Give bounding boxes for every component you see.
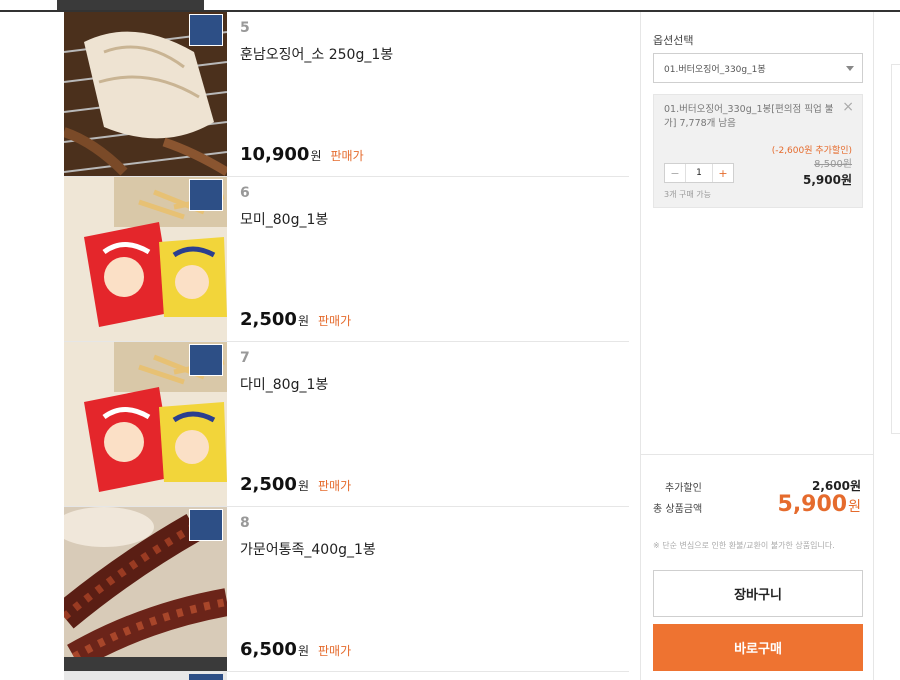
product-price: 10,900: [240, 144, 310, 165]
product-price: 2,500: [240, 474, 297, 495]
product-name[interactable]: 훈남오징어_소 250g_1봉: [240, 44, 393, 64]
product-image-grilled-legs[interactable]: [64, 507, 227, 671]
price-row: 2,500 원 판매가: [240, 309, 351, 330]
quantity-stepper[interactable]: − 1 +: [664, 163, 734, 183]
product-name[interactable]: 모미_80g_1봉: [240, 209, 328, 229]
product-image-snack-packs[interactable]: [64, 177, 227, 341]
option-title: 옵션선택: [653, 34, 694, 47]
product-list: 5 훈남오징어_소 250g_1봉 10,900 원 판매가 6 모미_80g_…: [64, 12, 629, 672]
good-brand-badge-icon: [189, 179, 223, 211]
price-row: 10,900 원 판매가: [240, 144, 364, 165]
add-to-cart-button[interactable]: 장바구니: [653, 570, 863, 617]
product-number: 5: [240, 20, 250, 36]
selected-option-desc: 01.버터오징어_330g_1봉[편의점 픽업 불가] 7,778개 남음: [664, 104, 834, 129]
minus-icon[interactable]: −: [665, 164, 685, 182]
price-tag: 판매가: [317, 644, 352, 658]
price-currency: 원: [310, 149, 322, 163]
quantity-value[interactable]: 1: [685, 164, 713, 182]
price-row: 6,500 원 판매가: [240, 639, 351, 660]
side-panel-edge: [891, 64, 900, 434]
product-number: 8: [240, 515, 250, 531]
product-number: 7: [240, 350, 250, 366]
plus-icon[interactable]: +: [713, 164, 733, 182]
product-name[interactable]: 가문어통족_400g_1봉: [240, 539, 376, 559]
price-currency: 원: [297, 644, 309, 658]
total-label: 총 상품금액: [653, 504, 703, 515]
purchase-panel: 옵션선택 01.버터오징어_330g_1봉 01.버터오징어_330g_1봉[편…: [640, 12, 874, 680]
option-select[interactable]: 01.버터오징어_330g_1봉: [653, 53, 863, 83]
product-name[interactable]: 다미_80g_1봉: [240, 374, 328, 394]
product-image-grilled-squid[interactable]: [64, 12, 227, 176]
product-image-snack-packs[interactable]: [64, 342, 227, 506]
total-unit: 원: [848, 499, 861, 515]
option-final-price: 5,900원: [803, 173, 852, 187]
product-item[interactable]: 6 모미_80g_1봉 2,500 원 판매가: [64, 177, 629, 342]
product-price: 2,500: [240, 309, 297, 330]
purchase-limit: 3개 구매 가능: [664, 190, 711, 199]
product-item[interactable]: 7 다미_80g_1봉 2,500 원 판매가: [64, 342, 629, 507]
price-currency: 원: [297, 314, 309, 328]
product-item[interactable]: 8 가문어통족_400g_1봉 6,500 원 판매가: [64, 507, 629, 672]
total-amount: 5,900 원: [778, 492, 861, 517]
product-image-partial[interactable]: [64, 672, 227, 680]
refund-notice: ※ 단순 변심으로 인한 환불/교환이 불가한 상품입니다.: [653, 541, 835, 550]
total-value: 5,900: [777, 492, 848, 517]
selected-option-box: 01.버터오징어_330g_1봉[편의점 픽업 불가] 7,778개 남음 × …: [653, 94, 863, 208]
good-brand-badge-icon: [189, 344, 223, 376]
product-number: 6: [240, 185, 250, 201]
good-brand-badge-icon: [189, 674, 223, 680]
chevron-down-icon: [846, 66, 854, 71]
option-select-value: 01.버터오징어_330g_1봉: [664, 64, 766, 75]
panel-divider: [641, 454, 873, 455]
price-currency: 원: [297, 479, 309, 493]
good-brand-badge-icon: [189, 14, 223, 46]
price-tag: 판매가: [330, 149, 364, 163]
product-price: 6,500: [240, 639, 297, 660]
close-icon[interactable]: ×: [842, 99, 854, 115]
buy-now-button[interactable]: 바로구매: [653, 624, 863, 671]
good-brand-badge-icon: [189, 509, 223, 541]
price-tag: 판매가: [317, 314, 352, 328]
price-tag: 판매가: [317, 479, 352, 493]
price-row: 2,500 원 판매가: [240, 474, 351, 495]
original-price: 8,500원: [814, 159, 852, 170]
product-item[interactable]: 5 훈남오징어_소 250g_1봉 10,900 원 판매가: [64, 12, 629, 177]
extra-discount-label: 추가할인: [665, 483, 702, 494]
